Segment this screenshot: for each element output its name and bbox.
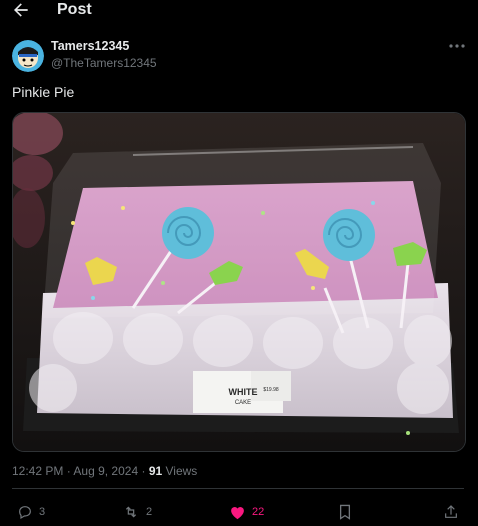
repost-icon xyxy=(125,506,137,518)
share-button[interactable] xyxy=(443,500,465,524)
like-count: 22 xyxy=(252,506,265,518)
post-image[interactable]: WHITE CAKE $19.98 xyxy=(12,112,466,452)
repost-count: 2 xyxy=(146,506,153,518)
like-button[interactable]: 22 xyxy=(229,500,264,524)
action-bar: 3 2 22 xyxy=(0,500,478,524)
reply-icon xyxy=(19,506,31,520)
label-brand: WHITE xyxy=(229,387,258,397)
post-time[interactable]: 12:42 PM xyxy=(12,464,63,478)
heart-icon xyxy=(231,507,244,520)
post-date[interactable]: Aug 9, 2024 xyxy=(73,464,138,478)
bookmark-button[interactable] xyxy=(338,500,358,524)
divider xyxy=(12,488,464,489)
post-text: Pinkie Pie xyxy=(12,84,75,100)
reply-button[interactable]: 3 xyxy=(17,500,45,524)
more-options-icon[interactable] xyxy=(447,39,467,53)
label-subtitle: CAKE xyxy=(235,400,251,406)
avatar[interactable] xyxy=(12,40,44,72)
author-display-name[interactable]: Tamers12345 xyxy=(51,39,129,53)
share-icon xyxy=(445,505,457,518)
bookmark-icon xyxy=(339,504,351,520)
repost-button[interactable]: 2 xyxy=(122,500,152,524)
cake-photo: WHITE CAKE $19.98 xyxy=(13,113,465,451)
top-bar: Post xyxy=(0,0,478,22)
author-handle[interactable]: @TheTamers12345 xyxy=(51,56,157,70)
reply-count: 3 xyxy=(39,506,46,518)
post-meta: 12:42 PM · Aug 9, 2024 · 91 Views xyxy=(12,464,198,478)
views-label: Views xyxy=(165,464,198,478)
views-count: 91 xyxy=(148,464,163,478)
page-title: Post xyxy=(57,1,92,18)
label-price: $19.98 xyxy=(263,387,279,393)
back-arrow-icon[interactable] xyxy=(10,0,32,20)
